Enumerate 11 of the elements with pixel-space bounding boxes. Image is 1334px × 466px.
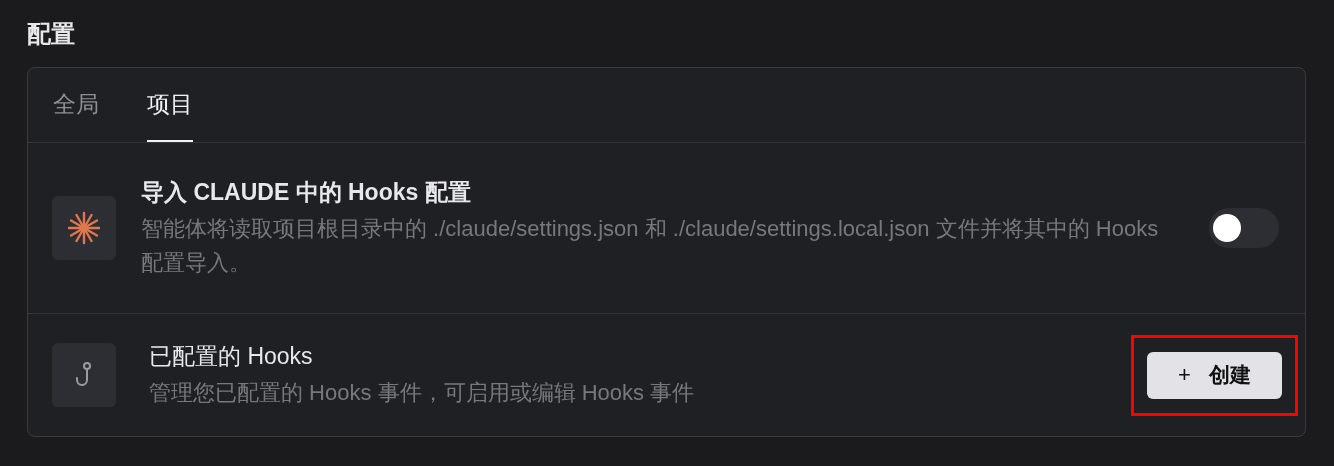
setting-title: 导入 CLAUDE 中的 Hooks 配置 (141, 177, 472, 207)
asterisk-icon (67, 211, 101, 245)
toggle-switch[interactable] (1209, 208, 1279, 248)
setting-title: 已配置的 Hooks (149, 341, 314, 371)
tab[interactable]: 全局 (53, 68, 99, 142)
setting-description: 管理您已配置的 Hooks 事件，可启用或编辑 Hooks 事件 (149, 378, 696, 407)
create-button[interactable]: + 创建 (1147, 351, 1282, 399)
hook-icon (74, 361, 94, 389)
setting-description: 智能体将读取项目根目录中的 ./claude/settings.json 和 ./claude/settings.local.json 文件并将其中的 Hooks 配置导入。 (141, 214, 1160, 277)
tab[interactable]: 项目 (147, 68, 193, 142)
section-title: 配置 (27, 19, 76, 49)
